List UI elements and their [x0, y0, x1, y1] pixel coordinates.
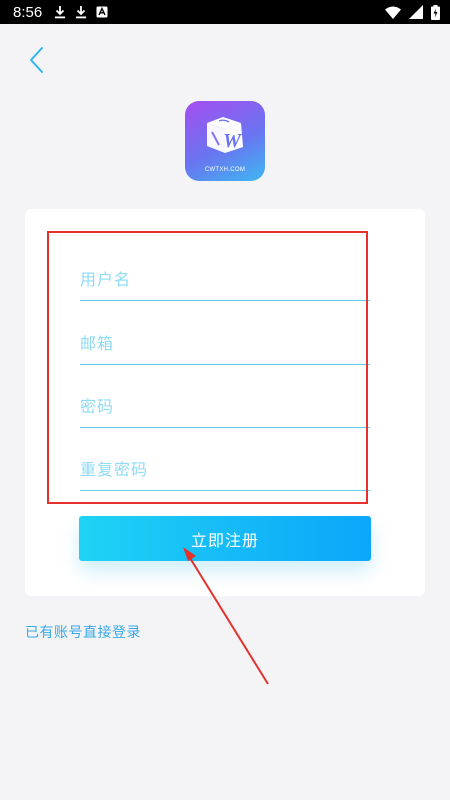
register-button[interactable]: 立即注册 [79, 516, 371, 561]
app-logo: W CWTXH.COM [185, 101, 265, 181]
status-left-icons [54, 5, 108, 19]
password-field[interactable]: 密码 [80, 388, 370, 428]
svg-text:W: W [223, 130, 242, 152]
battery-icon [431, 4, 440, 20]
chevron-left-icon [30, 47, 43, 73]
status-time: 8:56 [13, 3, 43, 21]
email-field[interactable]: 邮箱 [80, 325, 370, 365]
login-link[interactable]: 已有账号直接登录 [25, 622, 141, 642]
confirm-password-field[interactable]: 重复密码 [80, 451, 370, 491]
download-icon [75, 5, 87, 19]
logo-caption: CWTXH.COM [204, 167, 246, 173]
back-button[interactable] [20, 42, 52, 78]
username-field[interactable]: 用户名 [80, 261, 370, 301]
wifi-icon [385, 6, 401, 19]
confirm-password-placeholder: 重复密码 [80, 460, 149, 479]
signal-icon [409, 5, 423, 19]
app-notification-icon [96, 6, 108, 18]
status-bar: 8:56 [0, 0, 450, 24]
password-placeholder: 密码 [80, 397, 115, 416]
register-page: 8:56 W CWTXH.COM 用户名 邮箱 密码 重复密码 立即注册 已有账… [0, 0, 450, 800]
email-placeholder: 邮箱 [80, 334, 115, 353]
status-right-icons [385, 4, 440, 20]
username-placeholder: 用户名 [80, 270, 132, 289]
download-icon [54, 5, 66, 19]
